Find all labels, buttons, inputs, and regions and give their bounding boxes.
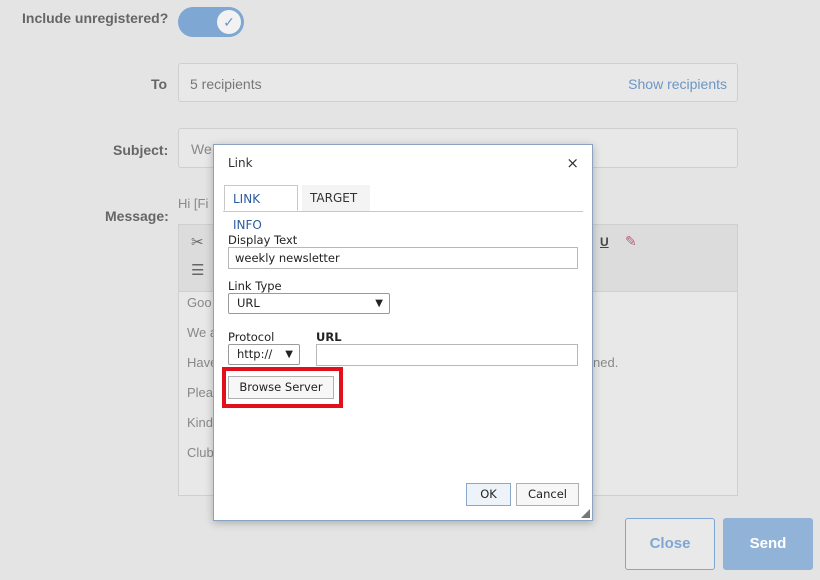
link-type-select[interactable]: URL ▼ xyxy=(228,293,390,314)
link-type-label: Link Type xyxy=(228,279,282,293)
protocol-label: Protocol xyxy=(228,330,275,344)
editor-line: Plea xyxy=(187,385,214,400)
protocol-value: http:// xyxy=(237,347,273,361)
send-button[interactable]: Send xyxy=(723,518,813,570)
cancel-button[interactable]: Cancel xyxy=(516,483,579,506)
tab-link-info[interactable]: LINK INFO xyxy=(224,185,298,232)
link-type-value: URL xyxy=(237,296,260,310)
cut-icon[interactable]: ✂ xyxy=(191,233,204,251)
check-icon: ✓ xyxy=(217,10,241,34)
chevron-down-icon: ▼ xyxy=(375,298,383,309)
highlight-box xyxy=(222,367,343,408)
display-text-label: Display Text xyxy=(228,233,298,247)
link-dialog: Link × LINK INFO TARGET Display Text Lin… xyxy=(213,144,593,521)
editor-line: Kind xyxy=(187,415,214,430)
to-label: To xyxy=(151,76,168,92)
close-button[interactable]: Close xyxy=(625,518,715,570)
show-recipients-link[interactable]: Show recipients xyxy=(628,76,727,92)
dialog-tabbar: LINK INFO TARGET xyxy=(223,185,583,232)
resize-handle-icon[interactable] xyxy=(581,509,590,518)
tab-target[interactable]: TARGET xyxy=(302,185,370,211)
ok-button[interactable]: OK xyxy=(466,483,511,506)
include-unregistered-toggle[interactable]: ✓ xyxy=(178,7,244,37)
include-unregistered-label: Include unregistered? xyxy=(22,10,169,26)
to-field[interactable]: 5 recipients Show recipients xyxy=(178,63,738,102)
editor-line: Goo xyxy=(187,295,212,310)
url-input[interactable] xyxy=(316,344,578,366)
close-icon[interactable]: × xyxy=(566,154,579,172)
protocol-select[interactable]: http:// ▼ xyxy=(228,344,300,365)
subject-label: Subject: xyxy=(113,142,169,158)
message-label: Message: xyxy=(105,208,169,224)
subject-value: We xyxy=(191,141,212,157)
url-label: URL xyxy=(316,330,342,344)
underline-icon[interactable]: U xyxy=(600,235,609,249)
chevron-down-icon: ▼ xyxy=(285,349,293,360)
greeting-text: Hi [Fi xyxy=(178,196,209,211)
recipients-count: 5 recipients xyxy=(190,76,262,92)
remove-format-icon[interactable]: ✎ xyxy=(625,233,637,250)
editor-line: Club xyxy=(187,445,214,460)
numbered-list-icon[interactable]: ☰ xyxy=(191,261,204,279)
display-text-input[interactable] xyxy=(228,247,578,269)
dialog-title: Link xyxy=(228,156,253,170)
editor-trailing-text: ned. xyxy=(593,355,619,370)
